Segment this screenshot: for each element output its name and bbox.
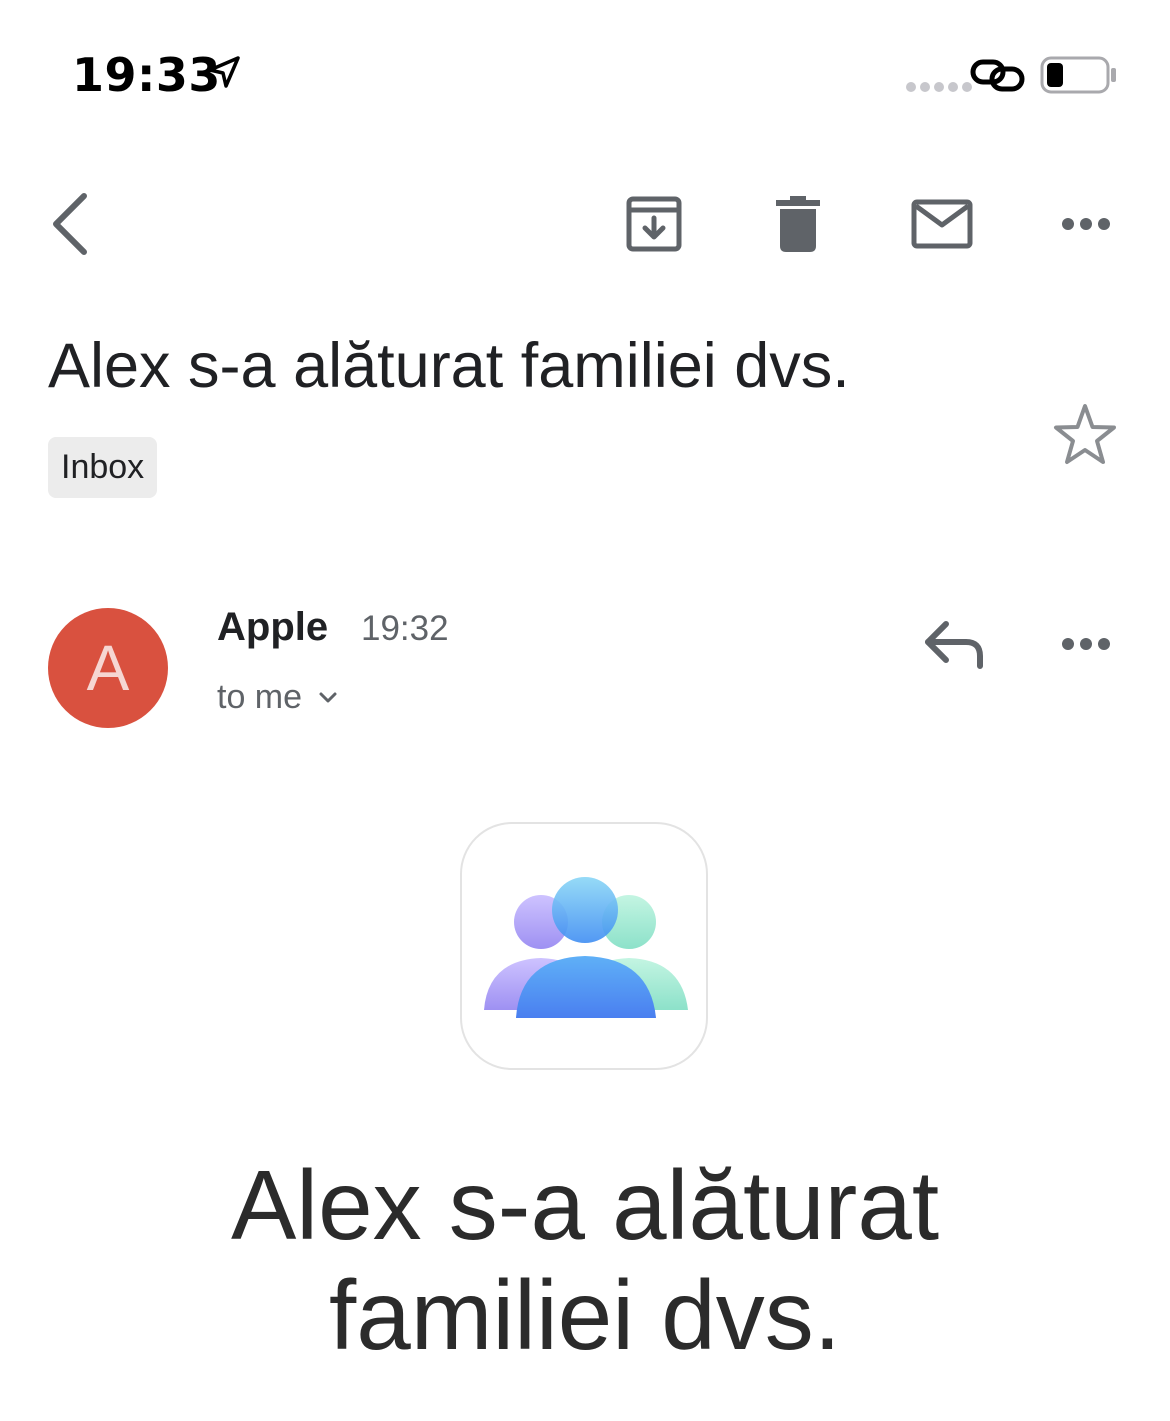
sent-time: 19:32 [361,609,449,648]
back-button[interactable] [30,184,110,264]
sender-avatar[interactable]: A [48,608,168,728]
sender-name[interactable]: Apple [217,605,328,650]
battery-icon [1040,56,1116,94]
reply-button[interactable] [916,608,992,678]
more-horizontal-icon [1062,638,1110,650]
reply-icon [925,621,983,669]
recipient-details-toggle[interactable]: to me [217,678,338,717]
back-arrow-icon [53,193,87,255]
signal-strength-icon [906,82,972,92]
inbox-label-chip[interactable]: Inbox [48,437,158,498]
family-sharing-app-icon [460,822,708,1070]
location-arrow-icon [208,56,240,88]
more-options-button[interactable] [1046,184,1126,264]
message-more-button[interactable] [1046,604,1126,684]
body-heading-line2: familiei dvs. [329,1260,841,1370]
email-subject: Alex s-a alăturat familiei dvs. [48,331,850,401]
trash-icon [776,196,820,252]
star-button[interactable] [1050,400,1120,470]
body-heading: Alex s-a alăturat familiei dvs. [100,1150,1070,1370]
mark-unread-button[interactable] [902,184,982,264]
delete-button[interactable] [758,184,838,264]
family-sharing-icon [484,877,688,1018]
mail-icon [911,199,973,249]
chevron-down-icon [319,692,337,702]
more-horizontal-icon [1062,218,1110,230]
archive-icon [626,196,682,252]
archive-button[interactable] [614,184,694,264]
status-time: 19:33 [72,48,221,102]
star-icon [1054,404,1116,464]
body-heading-line1: Alex s-a alăturat [230,1150,940,1260]
recipient-text: to me [217,678,303,716]
link-icon [970,59,1025,92]
